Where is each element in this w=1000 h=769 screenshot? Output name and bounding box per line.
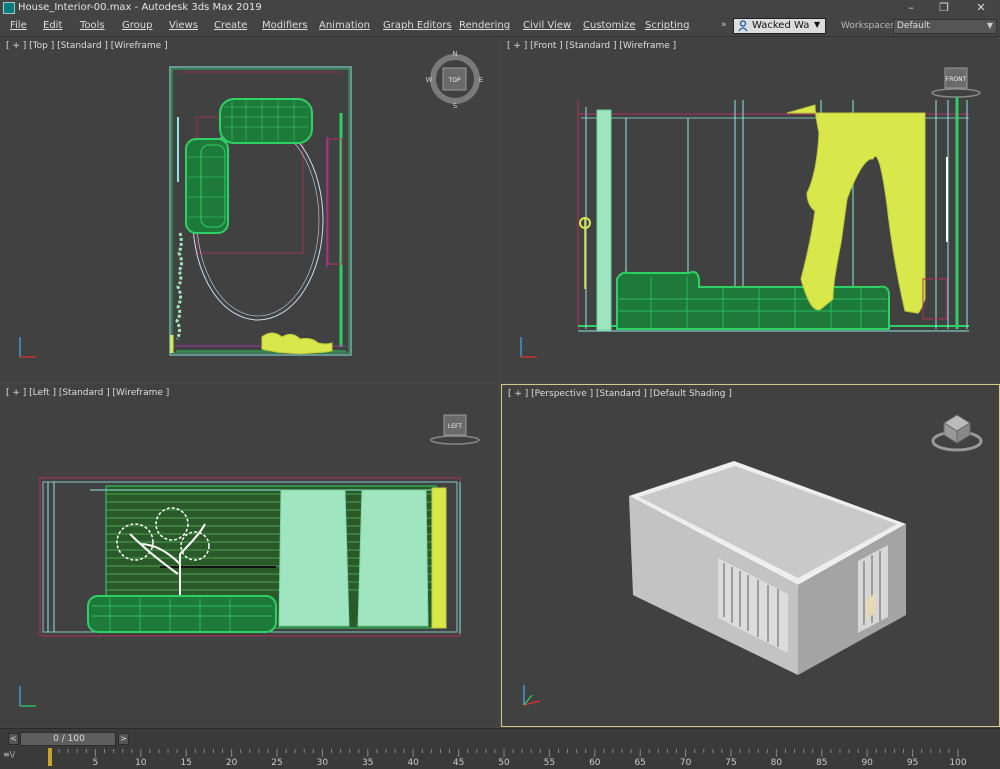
window-title: House_Interior-00.max - Autodesk 3ds Max… bbox=[18, 2, 262, 13]
minimize-button[interactable]: – bbox=[896, 0, 926, 17]
time-next-button[interactable]: > bbox=[118, 733, 129, 745]
menu-edit[interactable]: Edit bbox=[43, 20, 62, 31]
front-wireframe-scene: FRONT bbox=[520, 67, 981, 358]
sofa-left-wire bbox=[87, 595, 277, 633]
time-slider-bar: < 0 / 100 > bbox=[0, 728, 1000, 749]
user-name: Wacked Wa bbox=[752, 20, 810, 31]
frame-display: 0 / 100 bbox=[53, 734, 85, 744]
menu-create[interactable]: Create bbox=[214, 20, 247, 31]
house-model bbox=[629, 461, 906, 675]
app-icon bbox=[3, 2, 15, 14]
axis-gizmo-top bbox=[19, 337, 36, 358]
viewcube-label: TOP bbox=[447, 77, 460, 84]
menu-civil-view[interactable]: Civil View bbox=[523, 20, 571, 31]
chevron-down-icon: ▼ bbox=[814, 20, 821, 29]
viewport-top[interactable]: [ + ] [Top ] [Standard ] [Wireframe ] TO… bbox=[0, 37, 498, 381]
ruler-tick-label: 45 bbox=[452, 758, 465, 768]
menu-group[interactable]: Group bbox=[122, 20, 152, 31]
ruler-tick-label: 90 bbox=[861, 758, 873, 768]
menu-graph-editors[interactable]: Graph Editors bbox=[383, 20, 452, 31]
viewport-label-front[interactable]: [ + ] [Front ] [Standard ] [Wireframe ] bbox=[507, 41, 676, 51]
ruler-tick-label: 50 bbox=[498, 758, 510, 768]
chevron-down-icon: ▼ bbox=[986, 21, 993, 30]
menu-file[interactable]: File bbox=[10, 20, 27, 31]
ruler-tick-label: 60 bbox=[589, 758, 601, 768]
workspaces-label: Workspaces: bbox=[841, 21, 898, 31]
curtain-top-wire bbox=[261, 332, 333, 355]
workspaces-value: Default bbox=[897, 21, 930, 31]
plant-front-wire bbox=[596, 109, 612, 331]
compass-south: S bbox=[453, 102, 458, 110]
maximize-button[interactable]: ❐ bbox=[929, 0, 959, 17]
viewport-left[interactable]: [ + ] [Left ] [Standard ] [Wireframe ] L… bbox=[0, 384, 498, 727]
axis-gizmo-perspective bbox=[523, 685, 541, 706]
menu-scripting[interactable]: Scripting bbox=[645, 20, 689, 31]
axis-gizmo-left bbox=[19, 686, 36, 707]
menu-views[interactable]: Views bbox=[169, 20, 198, 31]
ruler-tick-label: 85 bbox=[816, 758, 828, 768]
ruler-tick-label: 80 bbox=[770, 758, 783, 768]
compass-east: E bbox=[479, 76, 483, 84]
time-slider[interactable]: 0 / 100 bbox=[20, 732, 116, 746]
left-wireframe-scene: LEFT bbox=[19, 414, 480, 707]
ruler-tick-label: 5 bbox=[92, 758, 99, 768]
user-icon bbox=[738, 20, 748, 32]
armchair-top-wire bbox=[185, 138, 229, 234]
compass-west: W bbox=[426, 76, 433, 84]
curtain-panel-1 bbox=[278, 489, 350, 627]
viewcube-perspective[interactable] bbox=[931, 414, 983, 452]
menu-overflow-button[interactable]: » bbox=[721, 20, 727, 30]
ruler-tick-label: 30 bbox=[316, 758, 329, 768]
viewport-perspective[interactable]: [ + ] [Perspective ] [Standard ] [Defaul… bbox=[501, 384, 1000, 727]
menu-rendering[interactable]: Rendering bbox=[459, 20, 510, 31]
ruler-tick-label: 55 bbox=[543, 758, 556, 768]
menu-animation[interactable]: Animation bbox=[319, 20, 370, 31]
viewport-label-perspective[interactable]: [ + ] [Perspective ] [Standard ] [Defaul… bbox=[508, 389, 732, 399]
title-bar: House_Interior-00.max - Autodesk 3ds Max… bbox=[0, 0, 1000, 17]
ruler-tick-label: 15 bbox=[180, 758, 192, 768]
curtain-panel-2 bbox=[357, 489, 429, 627]
viewcube-label: FRONT bbox=[946, 76, 967, 83]
ruler-tick-label: 35 bbox=[362, 758, 374, 768]
viewport-label-top[interactable]: [ + ] [Top ] [Standard ] [Wireframe ] bbox=[6, 41, 168, 51]
ruler-tick-label: 100 bbox=[949, 758, 967, 768]
plant-wire bbox=[175, 232, 183, 340]
ruler-tick-label: 20 bbox=[225, 758, 238, 768]
ruler-tick-label: 95 bbox=[906, 758, 919, 768]
ruler-tick-label: 25 bbox=[271, 758, 283, 768]
close-button[interactable]: ✕ bbox=[966, 0, 996, 17]
viewport-label-left[interactable]: [ + ] [Left ] [Standard ] [Wireframe ] bbox=[6, 388, 169, 398]
menu-customize[interactable]: Customize bbox=[583, 20, 636, 31]
perspective-scene bbox=[523, 414, 983, 706]
ruler-tick-label: 40 bbox=[407, 758, 419, 768]
viewcube-left[interactable]: LEFT bbox=[430, 414, 480, 445]
sofa-front-wire bbox=[616, 270, 890, 330]
curtain-front-wire bbox=[786, 104, 926, 314]
curtain-side-yellow bbox=[431, 487, 447, 629]
menu-tools[interactable]: Tools bbox=[80, 20, 105, 31]
ruler-tick-label: 75 bbox=[725, 758, 737, 768]
top-wireframe-scene: TOP N E S W bbox=[19, 50, 484, 358]
current-frame-marker bbox=[48, 748, 52, 766]
sofa-top-wire bbox=[219, 98, 313, 144]
user-account-dropdown[interactable]: Wacked Wa ▼ bbox=[733, 18, 826, 34]
track-bar-ruler[interactable]: ≡\/ 5 10 15 20 25 30 35 40 45 50 55 60 65 70 75 80 85 90 9… bbox=[0, 748, 1000, 769]
menu-modifiers[interactable]: Modifiers bbox=[262, 20, 308, 31]
viewcube-compass[interactable]: TOP N E S W bbox=[426, 50, 484, 110]
ruler-tick-label: 10 bbox=[135, 758, 147, 768]
viewcube-label: LEFT bbox=[448, 423, 462, 430]
ruler-tick-label: 65 bbox=[634, 758, 646, 768]
viewcube-front[interactable]: FRONT bbox=[931, 67, 981, 98]
workspaces-select[interactable]: Default ▼ bbox=[893, 19, 997, 34]
compass-north: N bbox=[452, 50, 457, 58]
ruler-tick-label: 70 bbox=[679, 758, 692, 768]
time-prev-button[interactable]: < bbox=[8, 733, 19, 745]
viewport-front[interactable]: [ + ] [Front ] [Standard ] [Wireframe ] … bbox=[501, 37, 1000, 381]
axis-gizmo-front bbox=[520, 337, 537, 358]
